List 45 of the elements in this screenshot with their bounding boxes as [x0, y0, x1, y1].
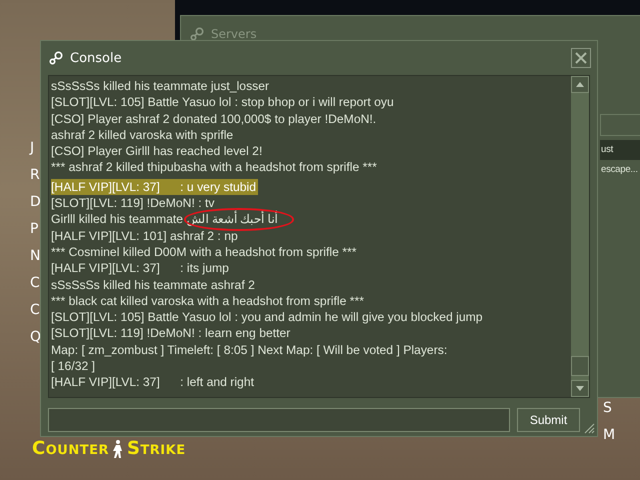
- down-arrow-icon: [576, 386, 584, 391]
- menu-text[interactable]: S: [603, 400, 616, 417]
- menu-text[interactable]: N: [30, 248, 42, 265]
- console-line: [SLOT][LVL: 105] Battle Yasuo lol : stop bhop or i will report oyu: [51, 94, 395, 111]
- console-line: sSsSsSs killed his teammate just_losser: [51, 78, 270, 94]
- console-line: [SLOT][LVL: 119] !DeMoN! : learn eng better: [51, 325, 292, 342]
- console-line: *** black cat killed varoska with a headshot from sprifle ***: [51, 292, 365, 310]
- scroll-down-button[interactable]: [571, 380, 589, 397]
- menu-text[interactable]: C: [30, 275, 42, 292]
- game-logo: Counter Strike: [32, 438, 186, 459]
- window-title: Servers: [211, 27, 257, 41]
- menu-text[interactable]: C: [30, 302, 42, 319]
- menu-text[interactable]: R: [30, 167, 42, 184]
- resize-grip-icon[interactable]: [583, 422, 595, 434]
- submit-button[interactable]: Submit: [517, 408, 580, 432]
- command-input-field[interactable]: [48, 408, 510, 432]
- steam-icon: [48, 50, 64, 66]
- server-row[interactable]: escape...: [600, 160, 640, 180]
- menu-text[interactable]: Q: [30, 329, 42, 346]
- close-icon: [575, 52, 587, 64]
- console-line: ashraf 2 killed varoska with sprifle: [51, 126, 234, 144]
- menu-text[interactable]: J: [30, 140, 42, 157]
- scrollbar[interactable]: [571, 76, 589, 397]
- console-line: [SLOT][LVL: 119] !DeMoN! : tv: [51, 195, 216, 210]
- menu-text[interactable]: D: [30, 194, 42, 211]
- console-line: Map: [ zm_zombust ] Timeleft: [ 8:05 ] Next Map: [ Will be voted ] Players:: [51, 342, 448, 358]
- console-line: [SLOT][LVL: 105] Battle Yasuo lol : you and admin he will give you blocked jump: [51, 309, 484, 326]
- scroll-up-button[interactable]: [571, 76, 589, 93]
- console-line: [HALF VIP][LVL: 37] : its jump: [51, 260, 230, 277]
- menu-text[interactable]: M: [603, 427, 616, 444]
- window-title: Console: [70, 50, 123, 66]
- console-line: [HALF VIP][LVL: 37] : left and right: [51, 374, 255, 391]
- console-line: *** ashraf 2 killed thipubasha with a headshot from sprifle ***: [51, 159, 378, 176]
- up-arrow-icon: [576, 82, 584, 87]
- server-row[interactable]: ust: [600, 140, 640, 160]
- console-line: [HALF VIP][LVL: 101] ashraf 2 : np: [51, 228, 239, 244]
- steam-icon: [189, 26, 205, 42]
- console-line: [CSO] Player ashraf 2 donated 100,000$ to player !DeMoN!.: [51, 110, 378, 127]
- close-button[interactable]: [571, 48, 591, 68]
- console-line: [ 16/32 ]: [51, 358, 96, 374]
- console-line: sSsSsSs killed his teammate ashraf 2: [51, 276, 256, 293]
- menu-text[interactable]: P: [30, 221, 42, 238]
- scrollbar-thumb[interactable]: [571, 356, 589, 376]
- console-line: *** Cosminel killed D00M with a headshot from sprifle ***: [51, 244, 358, 260]
- console-line: [CSO] Player Girlll has reached level 2!: [51, 143, 264, 160]
